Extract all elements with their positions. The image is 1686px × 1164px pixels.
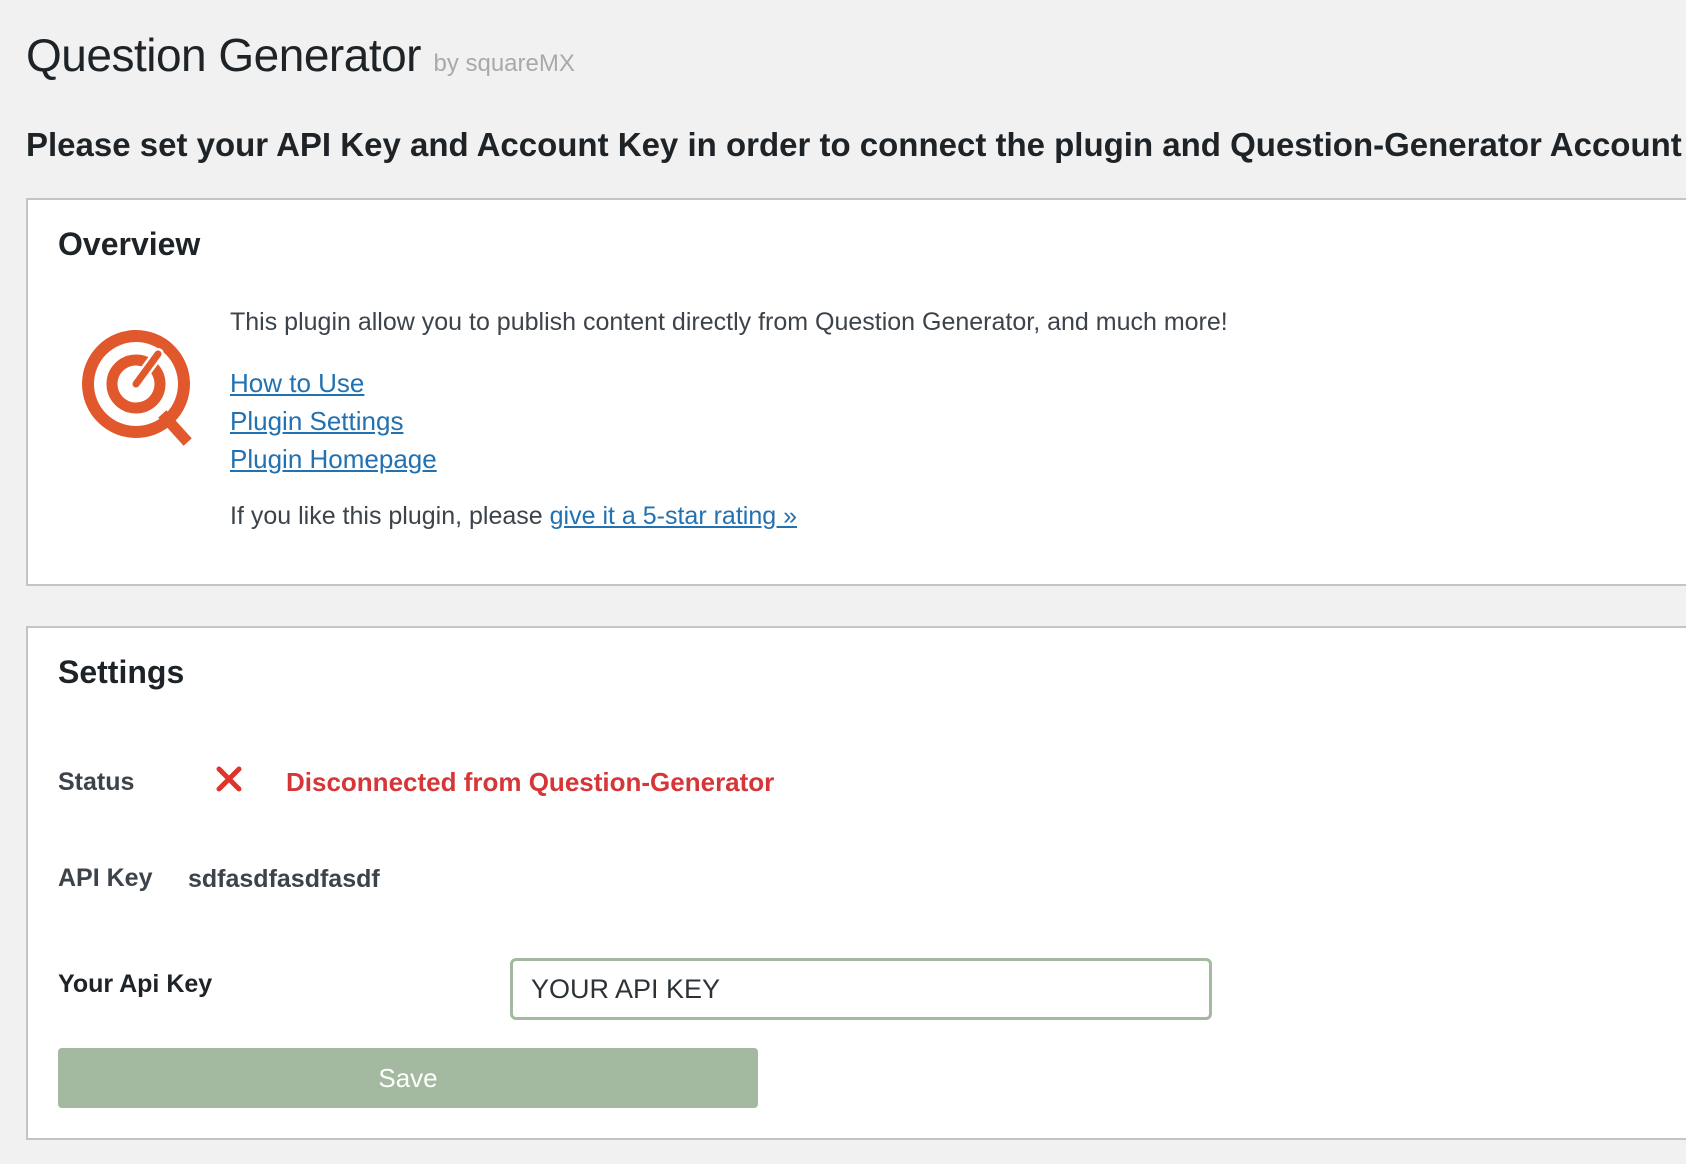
connect-notice: Please set your API Key and Account Key … bbox=[26, 126, 1686, 163]
status-badge: Disconnected from Question-Generator bbox=[286, 767, 775, 797]
rating-prompt: If you like this plugin, please give it … bbox=[230, 502, 797, 531]
page-title: Question Generator bbox=[26, 29, 422, 81]
your-api-key-label: Your Api Key bbox=[58, 970, 213, 998]
rating-prefix: If you like this plugin, please bbox=[230, 502, 550, 530]
overview-description: This plugin allow you to publish content… bbox=[230, 308, 1228, 336]
api-key-value: sdfasdfasdfasdf bbox=[188, 865, 380, 893]
close-icon bbox=[216, 766, 242, 792]
status-label: Status bbox=[58, 768, 135, 796]
page-header: Question Generator by squareMX bbox=[26, 28, 575, 82]
save-button[interactable]: Save bbox=[58, 1048, 758, 1108]
plugin-homepage-link[interactable]: Plugin Homepage bbox=[230, 440, 437, 478]
overview-title: Overview bbox=[58, 226, 201, 262]
rating-link[interactable]: give it a 5-star rating » bbox=[550, 502, 797, 530]
settings-title: Settings bbox=[58, 654, 185, 690]
settings-panel: Settings Status Disconnected from Questi… bbox=[26, 626, 1686, 1140]
api-key-input[interactable] bbox=[510, 958, 1212, 1020]
plugin-settings-page: Question Generator by squareMX Please se… bbox=[0, 0, 1686, 1164]
plugin-settings-link[interactable]: Plugin Settings bbox=[230, 402, 437, 440]
overview-links: How to Use Plugin Settings Plugin Homepa… bbox=[230, 364, 437, 478]
api-key-label: API Key bbox=[58, 864, 153, 892]
question-generator-logo-icon bbox=[82, 330, 192, 446]
page-byline: by squareMX bbox=[433, 50, 575, 77]
how-to-use-link[interactable]: How to Use bbox=[230, 364, 437, 402]
overview-panel: Overview This plugin allow you to publis… bbox=[26, 198, 1686, 586]
